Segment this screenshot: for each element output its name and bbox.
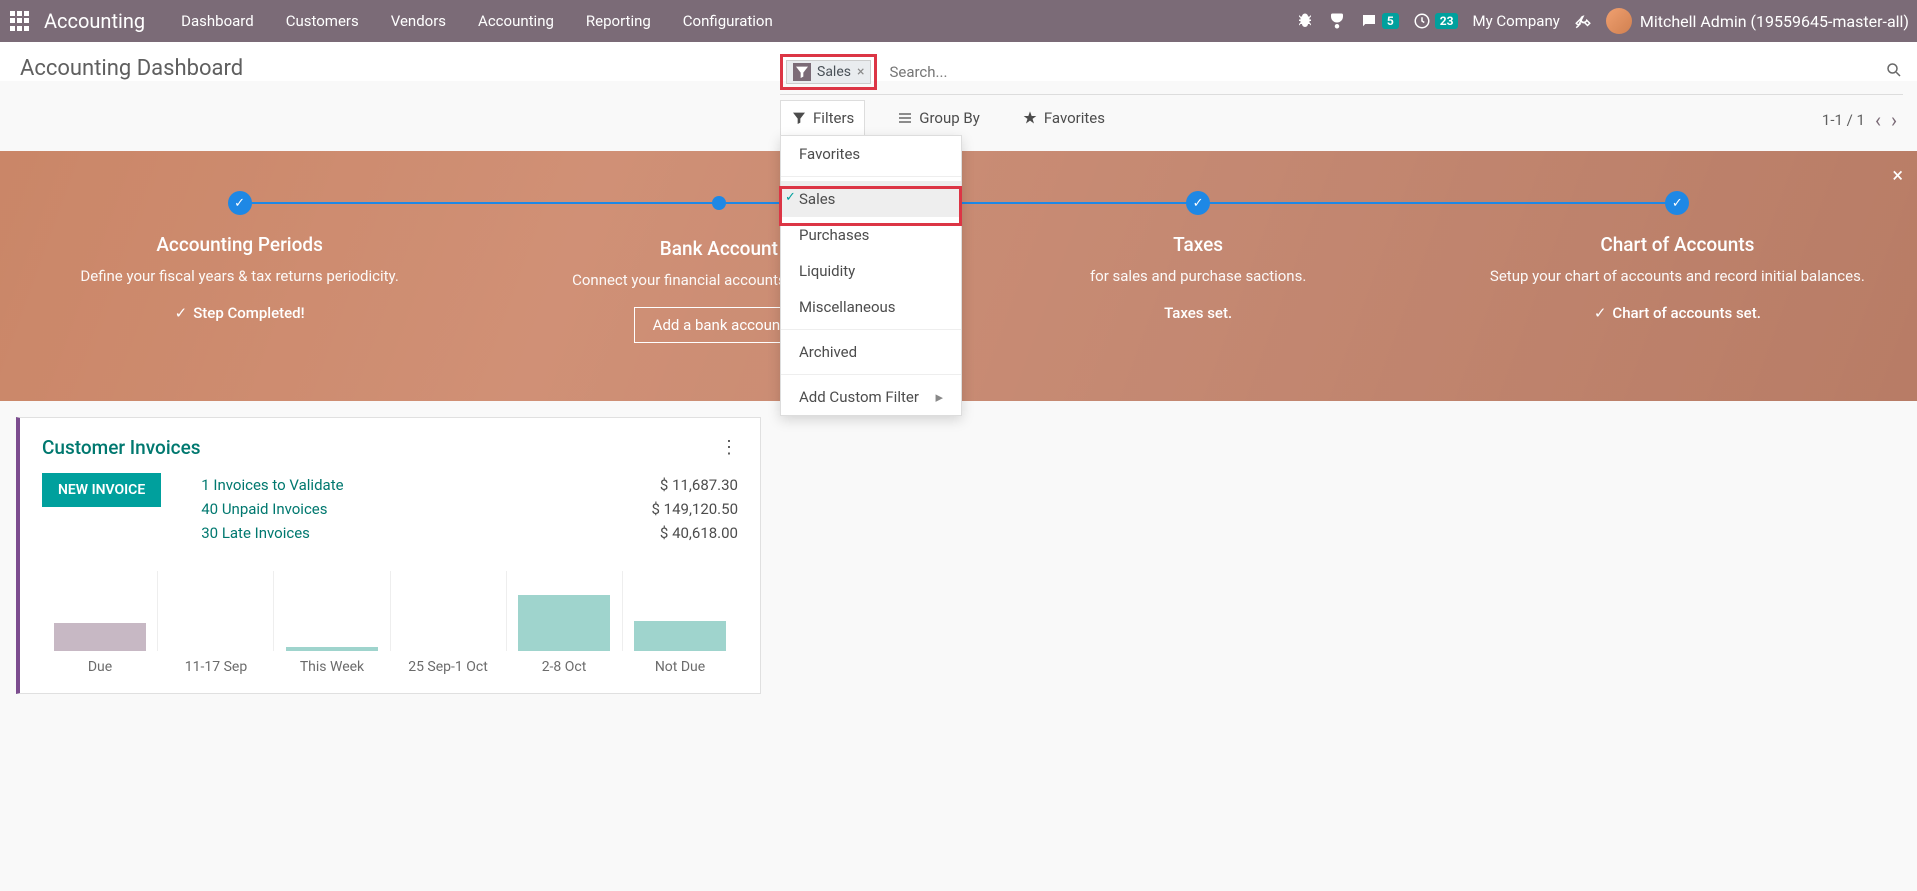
- bar: [54, 623, 146, 651]
- kebab-icon[interactable]: ⋮: [720, 437, 738, 458]
- bar-col[interactable]: [506, 571, 622, 651]
- add-bank-account-button[interactable]: Add a bank account: [634, 307, 804, 343]
- filters-dropdown: Favorites Sales Purchases Liquidity Misc…: [780, 135, 962, 416]
- filter-archived[interactable]: Archived: [781, 334, 961, 370]
- filter-tabs: Filters Group By Favorites: [780, 100, 1115, 136]
- check-icon: ✓: [1186, 191, 1210, 215]
- invoice-stats: 1 Invoices to Validate $ 11,687.30 40 Unp…: [201, 473, 738, 545]
- step-status: ✓ Step Completed!: [175, 304, 305, 322]
- tab-filters[interactable]: Filters: [780, 100, 865, 136]
- customer-invoices-card: Customer Invoices ⋮ NEW INVOICE 1 Invoic…: [16, 417, 761, 694]
- stat-late-val: $ 40,618.00: [660, 524, 738, 542]
- step-accounting-periods[interactable]: ✓ Accounting Periods Define your fiscal …: [10, 191, 470, 322]
- messages-icon[interactable]: 5: [1360, 12, 1399, 30]
- tab-favorites-label: Favorites: [1044, 109, 1105, 127]
- search-input[interactable]: [877, 63, 1885, 81]
- highlight-chip: Sales ×: [780, 54, 877, 90]
- invoice-bar-chart: [42, 571, 738, 651]
- search-bar: Sales ×: [780, 54, 1903, 95]
- filter-favorites[interactable]: Favorites: [781, 136, 961, 172]
- filter-purchases[interactable]: Purchases: [781, 217, 961, 253]
- user-name: Mitchell Admin (19559645-master-all): [1640, 12, 1909, 31]
- search-icon[interactable]: [1885, 61, 1903, 83]
- company-switcher[interactable]: My Company: [1472, 0, 1559, 42]
- bar-label: This Week: [274, 659, 390, 675]
- step-desc: Define your fiscal years & tax returns p…: [20, 266, 460, 287]
- check-icon: ✓: [1665, 191, 1689, 215]
- messages-badge: 5: [1382, 13, 1399, 29]
- bar: [286, 647, 378, 651]
- avatar: [1606, 8, 1632, 34]
- step-desc: for sales and purchase sactions.: [978, 266, 1418, 287]
- bar: [634, 621, 726, 651]
- nav-configuration[interactable]: Configuration: [669, 0, 787, 42]
- filter-liquidity[interactable]: Liquidity: [781, 253, 961, 289]
- close-icon[interactable]: ×: [857, 64, 864, 80]
- activities-badge: 23: [1435, 13, 1459, 29]
- filter-sales[interactable]: Sales: [781, 181, 961, 217]
- phone-icon[interactable]: [1328, 12, 1346, 30]
- bar-col[interactable]: [42, 571, 157, 651]
- bar-label: Due: [42, 659, 158, 675]
- stat-unpaid[interactable]: 40 Unpaid Invoices: [201, 500, 327, 518]
- nav-vendors[interactable]: Vendors: [377, 0, 460, 42]
- new-invoice-button[interactable]: NEW INVOICE: [42, 473, 161, 507]
- pager-count: 1-1 / 1: [1822, 111, 1865, 129]
- filter-misc[interactable]: Miscellaneous: [781, 289, 961, 325]
- user-menu[interactable]: Mitchell Admin (19559645-master-all): [1606, 8, 1909, 34]
- tab-filters-label: Filters: [813, 109, 854, 127]
- bar: [518, 595, 610, 651]
- bar-col[interactable]: [622, 571, 738, 651]
- bar-label: 2-8 Oct: [506, 659, 622, 675]
- step-status: ✓ Chart of accounts set.: [1594, 304, 1761, 322]
- nav-reporting[interactable]: Reporting: [572, 0, 665, 42]
- step-coa[interactable]: ✓ Chart of Accounts Setup your chart of …: [1447, 191, 1907, 322]
- activities-icon[interactable]: 23: [1413, 12, 1459, 30]
- tab-favorites[interactable]: Favorites: [1012, 101, 1115, 135]
- pager: 1-1 / 1 ‹ ›: [1822, 108, 1897, 132]
- bar-label: Not Due: [622, 659, 738, 675]
- bar-col[interactable]: [273, 571, 389, 651]
- tools-icon[interactable]: [1574, 12, 1592, 30]
- brand[interactable]: Accounting: [44, 9, 145, 33]
- nav-accounting[interactable]: Accounting: [464, 0, 568, 42]
- nav-customers[interactable]: Customers: [272, 0, 373, 42]
- apps-icon[interactable]: [8, 9, 32, 33]
- pager-prev[interactable]: ‹: [1875, 108, 1881, 132]
- bar-col[interactable]: [390, 571, 506, 651]
- step-dot: [712, 196, 726, 210]
- step-desc: Setup your chart of accounts and record …: [1457, 266, 1897, 287]
- bar-labels: Due11-17 SepThis Week25 Sep-1 Oct2-8 Oct…: [42, 659, 738, 675]
- top-navbar: Accounting Dashboard Customers Vendors A…: [0, 0, 1917, 42]
- tab-groupby-label: Group By: [919, 109, 980, 127]
- card-title[interactable]: Customer Invoices: [42, 436, 201, 459]
- filter-add-custom-label: Add Custom Filter: [799, 388, 919, 406]
- step-title: Accounting Periods: [20, 233, 460, 256]
- bar-label: 25 Sep-1 Oct: [390, 659, 506, 675]
- pager-next[interactable]: ›: [1891, 108, 1897, 132]
- filter-chip-sales[interactable]: Sales ×: [786, 60, 871, 84]
- bar-label: 11-17 Sep: [158, 659, 274, 675]
- bar-col[interactable]: [157, 571, 273, 651]
- step-status: Taxes set.: [1164, 304, 1232, 322]
- step-taxes[interactable]: ✓ Taxes for sales and purchase sactions.…: [968, 191, 1428, 322]
- nav-dashboard[interactable]: Dashboard: [167, 0, 268, 42]
- chevron-right-icon: ▸: [935, 388, 943, 406]
- funnel-icon: [793, 63, 811, 81]
- check-icon: ✓: [228, 191, 252, 215]
- stat-validate[interactable]: 1 Invoices to Validate: [201, 476, 343, 494]
- filter-add-custom[interactable]: Add Custom Filter ▸: [781, 379, 961, 415]
- stat-late[interactable]: 30 Late Invoices: [201, 524, 310, 542]
- step-title: Taxes: [978, 233, 1418, 256]
- bug-icon[interactable]: [1296, 12, 1314, 30]
- tab-groupby[interactable]: Group By: [887, 101, 990, 135]
- filter-chip-label: Sales: [817, 64, 851, 80]
- stat-validate-val: $ 11,687.30: [660, 476, 738, 494]
- stat-unpaid-val: $ 149,120.50: [652, 500, 739, 518]
- step-title: Chart of Accounts: [1457, 233, 1897, 256]
